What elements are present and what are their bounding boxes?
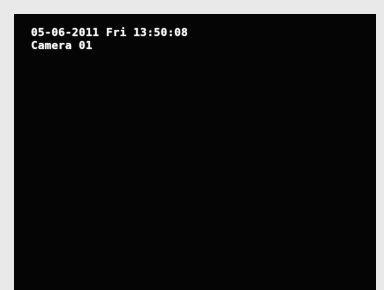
camera-viewer: 05-06-2011 Fri 13:50:08 Camera 01 [0, 0, 384, 290]
on-screen-display: 05-06-2011 Fri 13:50:08 Camera 01 [31, 26, 188, 52]
osd-timestamp: 05-06-2011 Fri 13:50:08 [31, 26, 188, 39]
camera-video-feed[interactable]: 05-06-2011 Fri 13:50:08 Camera 01 [14, 14, 376, 290]
osd-camera-name: Camera 01 [31, 39, 93, 52]
